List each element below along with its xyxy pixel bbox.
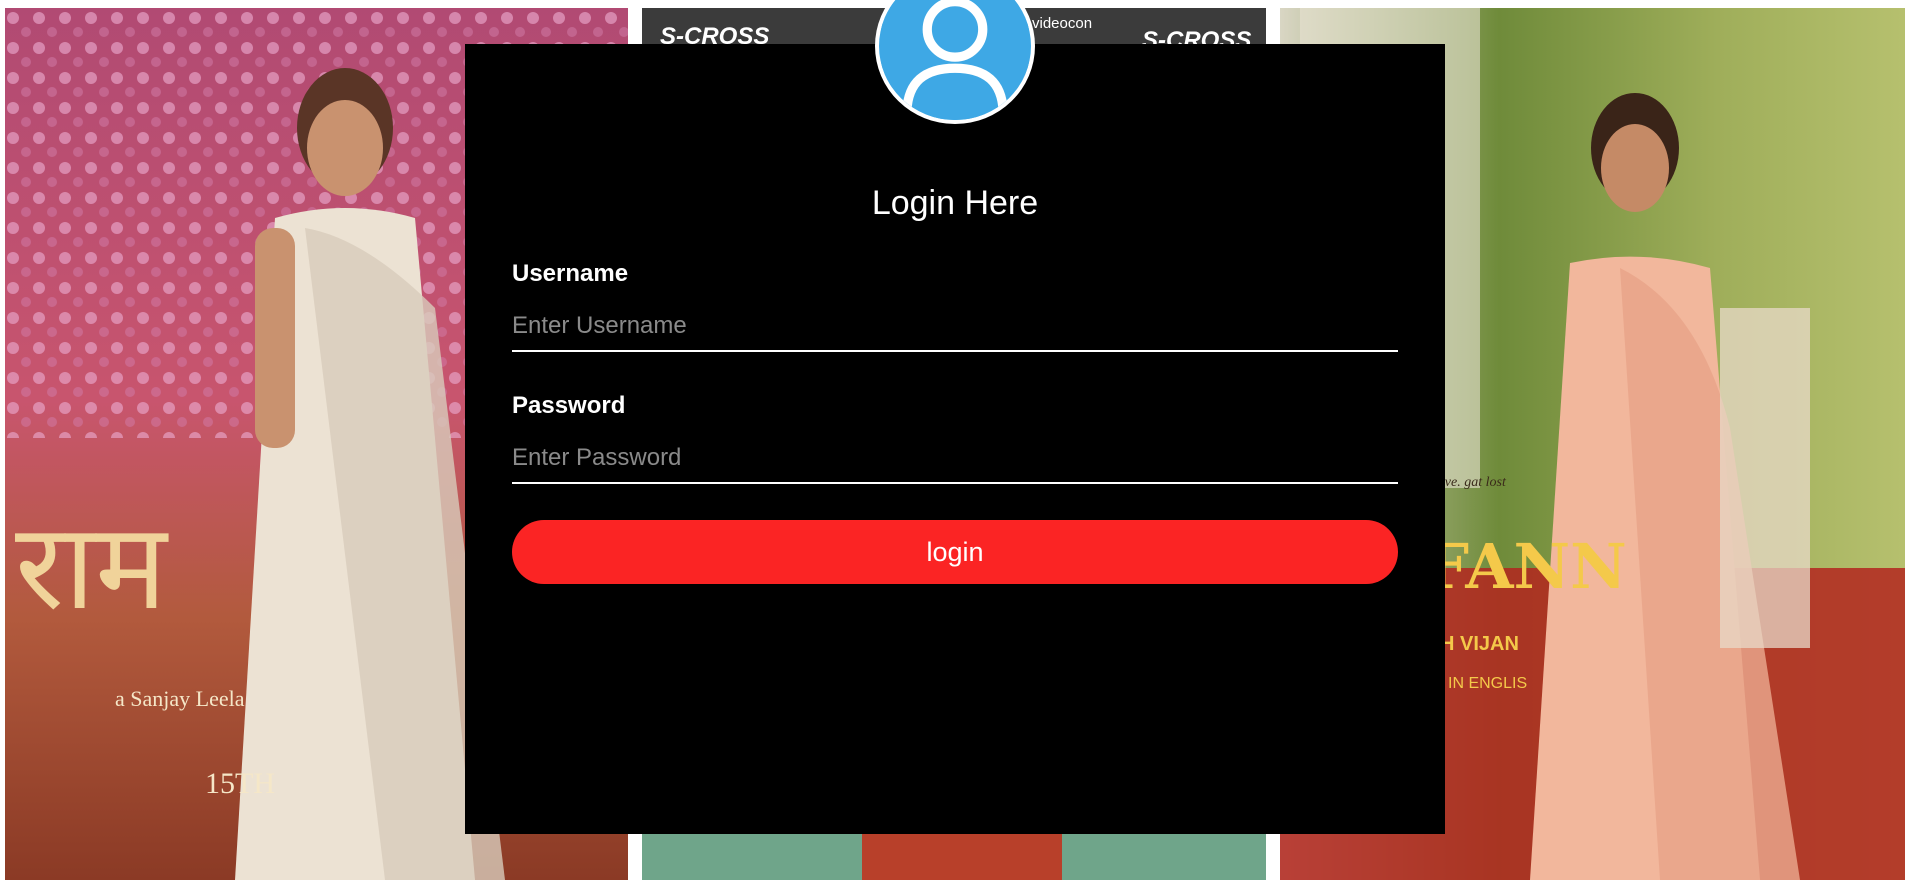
right-poster-subtext: H VIJAN (1440, 633, 1519, 655)
right-poster-lang: IN ENGLIS (1448, 675, 1527, 692)
login-title: Login Here (871, 184, 1039, 222)
left-poster-credit: a Sanjay Leela (115, 686, 245, 711)
left-poster-date: 15TH (205, 767, 275, 800)
password-input[interactable] (512, 434, 1398, 484)
right-poster-title: FANN (1425, 530, 1627, 603)
username-label: Username (512, 260, 629, 287)
middle-sponsor-videocon: videocon (1032, 15, 1092, 32)
username-input[interactable] (512, 302, 1398, 352)
login-button[interactable]: login (512, 520, 1398, 584)
login-card: Login Here Username Password login (465, 44, 1445, 834)
left-poster-title: राम (15, 498, 169, 637)
user-icon-graphic (881, 0, 1029, 120)
password-label: Password (512, 392, 626, 419)
